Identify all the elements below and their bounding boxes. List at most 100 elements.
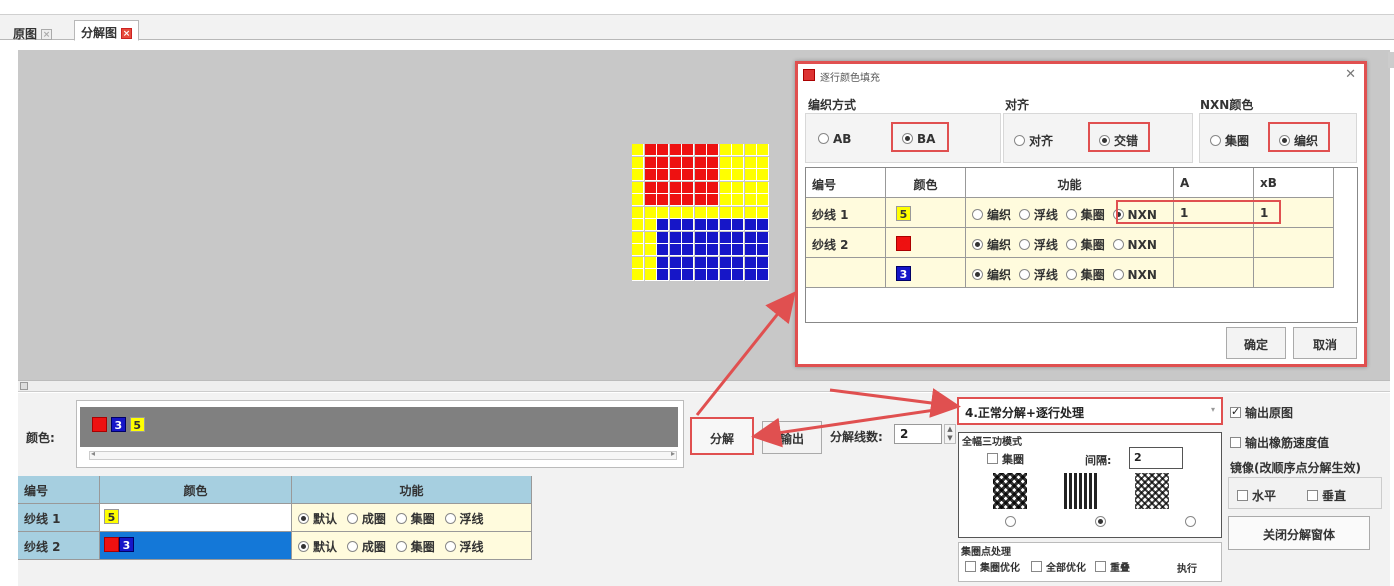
table-row-id[interactable]: 纱线 1 [806,198,886,228]
table-row-color[interactable]: 2 [886,228,966,258]
decompose-button[interactable]: 分解 [690,417,754,455]
table-row-function[interactable]: 默认 成圈 集圈 浮线 [292,532,532,560]
radio-icon[interactable] [972,209,983,220]
table-row-xb[interactable] [1254,258,1334,288]
scroll-right-icon[interactable]: ▸ [671,449,675,458]
radio-icon[interactable] [346,513,358,524]
table-row-a[interactable] [1174,228,1254,258]
radio-icon[interactable] [1112,269,1124,280]
color-chip-red[interactable]: 2 [92,417,107,432]
all-optimize-checkbox[interactable]: 全部优化 [1031,559,1086,574]
nxn-option-tuck[interactable]: 集圈 [1210,132,1249,149]
radio-icon[interactable] [1065,239,1077,250]
weave-option-ab[interactable]: AB [818,132,851,146]
line-count-stepper[interactable]: ▲ ▼ [944,424,956,444]
radio-icon[interactable] [1065,209,1077,220]
table-row-function[interactable]: 默认 成圈 集圈 浮线 [292,504,532,532]
output-original-checkbox[interactable]: 输出原图 [1230,404,1293,421]
pattern-pixel [644,219,657,231]
execute-button[interactable]: 执行 [1177,560,1197,575]
vertical-checkbox[interactable]: 垂直 [1307,487,1346,504]
table-row-function[interactable]: 编织 浮线 集圈 NXN [966,228,1174,258]
pattern-pixel [707,244,719,256]
scroll-left-icon[interactable]: ◂ [91,449,95,458]
pattern-radio-3[interactable] [1184,516,1196,527]
close-icon[interactable]: × [41,29,53,40]
table-row-color[interactable]: 23 [100,532,292,560]
radio-icon[interactable] [444,513,456,524]
func-option-loop: 成圈 [361,540,386,554]
nxn-option-knit[interactable]: 编织 [1279,132,1318,149]
func-option-loop: 成圈 [361,512,386,526]
radio-icon[interactable] [1018,209,1030,220]
radio-icon[interactable] [1018,239,1030,250]
ok-button[interactable]: 确定 [1226,327,1286,359]
gap-input[interactable]: 2 [1129,447,1183,469]
tuck-pattern-icon [993,473,1027,509]
radio-icon[interactable] [1018,269,1030,280]
splitter[interactable] [18,380,1390,392]
table-row-function[interactable]: 编织 浮线 集圈 NXN [966,258,1174,288]
color-chip-blue[interactable]: 3 [110,417,126,432]
color-chip-yellow[interactable]: 5 [129,417,145,432]
output-rubber-checkbox[interactable]: 输出橡筋速度值 [1230,434,1329,451]
cancel-button[interactable]: 取消 [1293,327,1357,359]
radio-icon[interactable] [298,513,309,524]
table-row-id[interactable] [806,258,886,288]
table-row-color[interactable]: 5 [100,504,292,532]
tab-decomposition[interactable]: 分解图 × [74,20,140,41]
pattern-pixel [744,231,757,244]
horizontal-scrollbar[interactable]: ◂ ▸ [89,449,677,460]
table-row-color[interactable]: 3 [886,258,966,288]
close-icon[interactable]: ✕ [1345,67,1356,82]
pattern-pixel [632,244,644,256]
pattern-pixel [682,194,694,206]
pattern-radio-1[interactable] [1005,516,1016,527]
radio-icon[interactable] [395,513,407,524]
radio-icon[interactable] [444,541,456,552]
radio-icon[interactable] [298,541,309,552]
all-optimize-label: 全部优化 [1046,563,1086,574]
table-row-a[interactable] [1174,258,1254,288]
horizontal-checkbox[interactable]: 水平 [1237,487,1276,504]
line-count-input[interactable]: 2 [894,424,942,444]
output-button[interactable]: 输出 [762,421,822,454]
pattern-pixel [757,169,769,181]
pattern-pixel [632,194,644,206]
overlap-checkbox[interactable]: 重叠 [1095,559,1130,574]
weave-option-ba[interactable]: BA [902,132,935,146]
align-option-align[interactable]: 对齐 [1014,132,1053,149]
pattern-pixel [657,244,669,256]
scroll-arrow-icon[interactable] [20,382,28,390]
align-option-staggered[interactable]: 交错 [1099,132,1138,149]
pattern-pixel [682,181,694,194]
pattern-pixel [669,219,682,231]
pattern-radio-2[interactable] [1094,516,1106,527]
option-label: 交错 [1114,134,1139,148]
mode-select[interactable]: 4.正常分解+逐行处理 ▾ [957,397,1223,425]
pattern-pixel [707,256,719,269]
pattern-pixel [757,269,769,281]
radio-icon[interactable] [1112,239,1124,250]
radio-icon[interactable] [972,239,983,250]
tuck-optimize-checkbox[interactable]: 集圈优化 [965,559,1020,574]
radio-icon[interactable] [346,541,358,552]
radio-icon [1210,135,1221,146]
radio-icon[interactable] [1065,269,1077,280]
table-row-id[interactable]: 纱线 2 [806,228,886,258]
table-row-id[interactable]: 纱线 2 [18,532,100,560]
table-row-xb[interactable] [1254,228,1334,258]
radio-icon[interactable] [395,541,407,552]
highlight-box [1116,200,1281,224]
yarn-fill-table: 编号 颜色 功能 A xB 纱线 1 5 编织 浮线 集圈 NXN 1 1 纱线… [805,167,1358,323]
tab-original[interactable]: 原图 × [6,21,59,42]
table-row-color[interactable]: 5 [886,198,966,228]
radio-icon[interactable] [972,269,983,280]
pattern-pixel [669,206,682,219]
scrollbar-thumb[interactable] [1388,52,1394,68]
table-row-id[interactable]: 纱线 1 [18,504,100,532]
tuck-checkbox[interactable]: 集圈 [987,451,1024,467]
tuck-process-label: 集圈点处理 [961,547,1011,558]
close-icon[interactable]: × [121,28,133,39]
close-decompose-button[interactable]: 关闭分解窗体 [1228,516,1370,550]
